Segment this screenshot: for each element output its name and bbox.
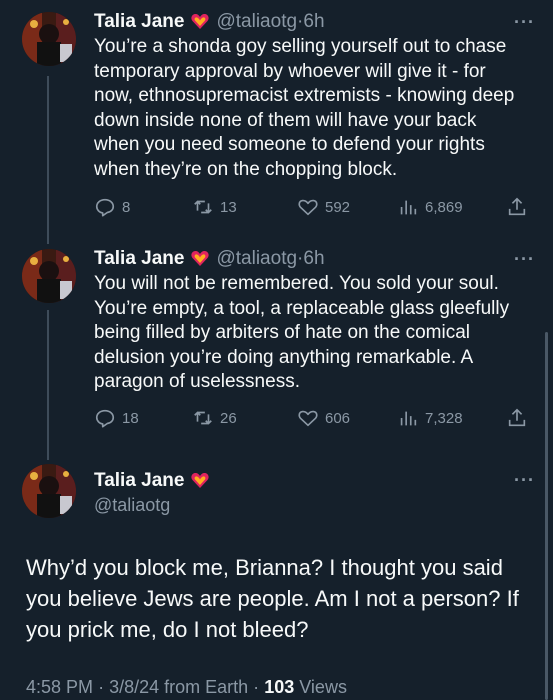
avatar[interactable] (22, 464, 76, 518)
more-options-icon[interactable]: ··· (514, 470, 535, 491)
tweet-date[interactable]: 3/8/24 from Earth (109, 677, 248, 697)
scrollbar[interactable] (545, 332, 548, 700)
handle[interactable]: @taliaotg (94, 495, 170, 516)
display-name[interactable]: Talia Jane (94, 470, 216, 496)
views-label: Views (299, 677, 347, 697)
tweet-time[interactable]: 4:58 PM (26, 677, 93, 697)
views-count: 103 (264, 677, 295, 697)
main-tweet: Talia Jane @taliaotg ··· Why’d you block… (0, 0, 553, 700)
separator: · (98, 677, 105, 697)
main-tweet-text: Why’d you block me, Brianna? I thought y… (26, 555, 519, 642)
burning-heart-icon (190, 470, 210, 496)
tweet-meta: 4:58 PM · 3/8/24 from Earth · 103 Views (26, 677, 347, 698)
separator: · (253, 677, 260, 697)
